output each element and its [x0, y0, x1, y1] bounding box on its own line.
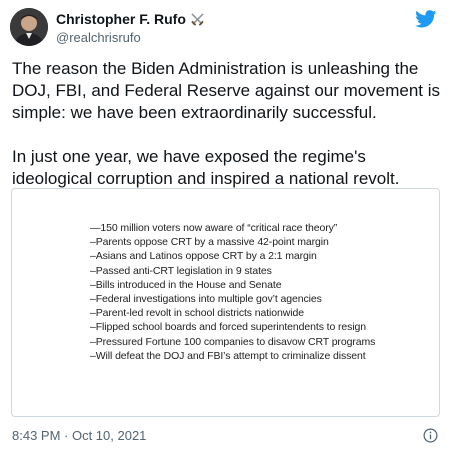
media-line: –Federal investigations into multiple go… [90, 293, 322, 306]
media-line: –Will defeat the DOJ and FBI’s attempt t… [90, 349, 366, 362]
author-block[interactable]: Christopher F. Rufo @realchrisrufo [56, 11, 205, 46]
media-line: –Pressured Fortune 100 companies to disa… [90, 335, 376, 348]
author-name-row[interactable]: Christopher F. Rufo [56, 11, 205, 28]
media-line: –Bills introduced in the House and Senat… [90, 278, 282, 291]
tweet-card[interactable]: Christopher F. Rufo @realchrisrufo The r… [0, 0, 450, 449]
info-icon[interactable] [423, 428, 438, 443]
media-line: —150 million voters now aware of “critic… [90, 222, 338, 234]
tweet-paragraph: The reason the Biden Administration is u… [12, 59, 441, 122]
tweet-paragraph: In just one year, we have exposed the re… [12, 147, 400, 188]
twitter-bird-icon[interactable] [415, 10, 437, 28]
avatar-photo [10, 8, 48, 46]
tweet-timestamp[interactable]: 8:43 PM · Oct 10, 2021 [12, 428, 146, 443]
media-line: –Passed anti-CRT legislation in 9 states [90, 264, 272, 277]
crossed-swords-icon [191, 13, 204, 26]
media-bullet-list: —150 million voters now aware of “critic… [90, 221, 375, 363]
tweet-media-image[interactable]: —150 million voters now aware of “critic… [11, 188, 440, 417]
avatar[interactable] [10, 8, 48, 46]
author-handle[interactable]: @realchrisrufo [56, 30, 205, 46]
tweet-footer: 8:43 PM · Oct 10, 2021 [12, 427, 438, 443]
media-line: –Parents oppose CRT by a massive 42-poin… [90, 236, 329, 249]
author-display-name[interactable]: Christopher F. Rufo [56, 11, 186, 28]
media-line: –Asians and Latinos oppose CRT by a 2:1 … [90, 250, 317, 263]
media-line: –Flipped school boards and forced superi… [90, 321, 367, 334]
media-line: –Parent-led revolt in school districts n… [90, 307, 304, 320]
